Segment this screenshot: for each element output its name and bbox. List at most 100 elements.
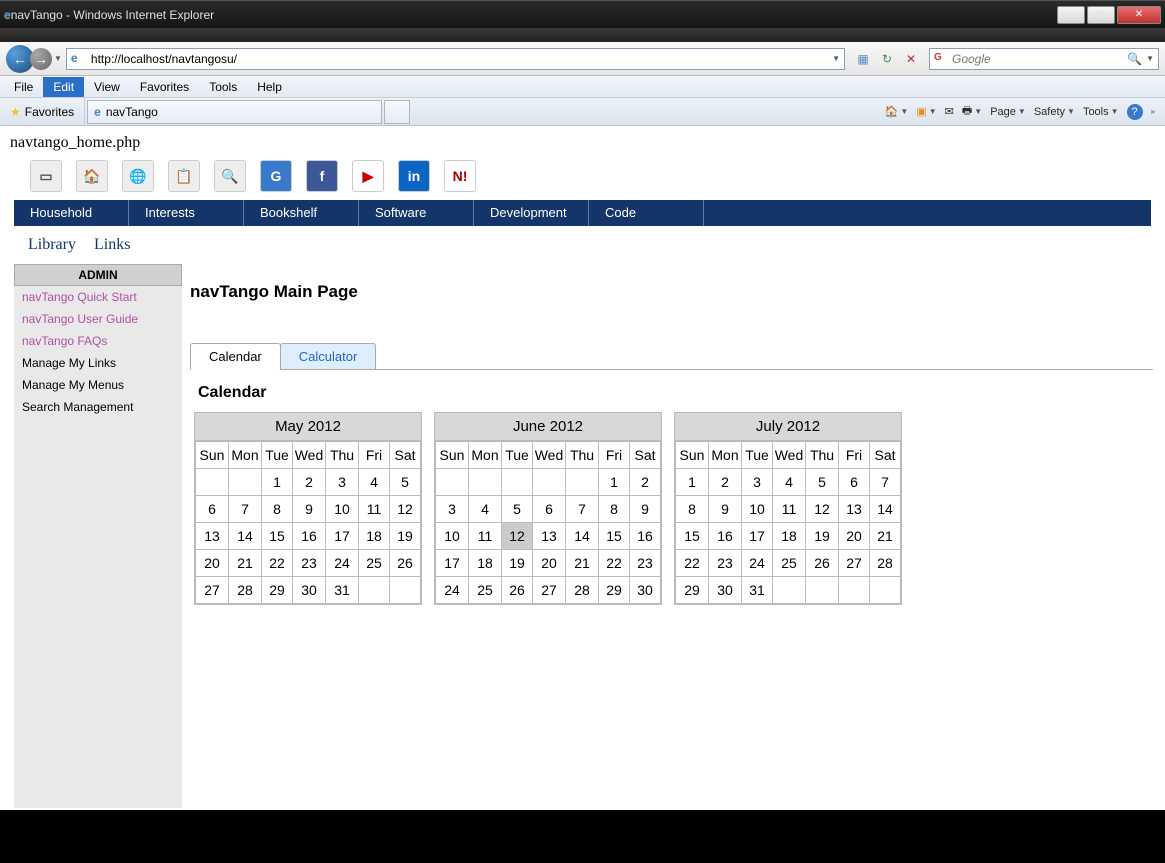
calendar-day[interactable]: 28 [870,550,901,577]
calendar-day[interactable]: 14 [566,523,599,550]
safety-menu[interactable]: Safety▼ [1034,106,1075,118]
menu-tools[interactable]: Tools [199,77,247,97]
maximize-button[interactable]: □ [1087,6,1115,24]
stop-button[interactable]: ✕ [901,49,921,69]
calendar-day[interactable]: 30 [630,577,661,604]
subnav-library[interactable]: Library [28,236,76,254]
calendar-day[interactable]: 9 [293,496,326,523]
close-button[interactable]: ✕ [1117,6,1161,24]
calendar-day[interactable]: 26 [806,550,839,577]
calendar-day[interactable]: 2 [293,469,326,496]
app-window-icon[interactable]: ▭ [30,160,62,192]
calendar-day[interactable]: 25 [469,577,502,604]
calendar-day[interactable]: 9 [630,496,661,523]
calendar-day[interactable]: 19 [502,550,533,577]
calendar-day[interactable]: 26 [502,577,533,604]
calendar-day[interactable]: 1 [676,469,709,496]
calendar-day[interactable]: 4 [469,496,502,523]
calendar-day[interactable]: 5 [502,496,533,523]
calendar-day[interactable]: 7 [229,496,262,523]
sidebar-link[interactable]: Search Management [14,396,182,418]
calendar-day[interactable]: 24 [742,550,773,577]
calendar-day[interactable]: 6 [839,469,870,496]
calendar-day[interactable]: 27 [839,550,870,577]
calendar-day[interactable]: 29 [599,577,630,604]
calendar-day[interactable]: 2 [709,469,742,496]
calendar-day[interactable]: 6 [533,496,566,523]
calendar-day[interactable]: 9 [709,496,742,523]
tools-menu[interactable]: Tools▼ [1083,106,1119,118]
menu-view[interactable]: View [84,77,130,97]
calendar-day[interactable]: 29 [262,577,293,604]
calendar-day[interactable]: 4 [773,469,806,496]
sidebar-link[interactable]: Manage My Links [14,352,182,374]
calendar-day[interactable]: 30 [709,577,742,604]
sidebar-link[interactable]: Manage My Menus [14,374,182,396]
calendar-day[interactable]: 23 [293,550,326,577]
calendar-day[interactable]: 25 [773,550,806,577]
nav-bookshelf[interactable]: Bookshelf [244,200,359,226]
facebook-icon[interactable]: f [306,160,338,192]
calendar-day[interactable] [229,469,262,496]
overflow-chevron[interactable]: » [1151,107,1155,116]
calendar-day[interactable]: 25 [359,550,390,577]
compat-view-icon[interactable]: ▦ [853,49,873,69]
mail-icon[interactable]: ✉ [945,105,954,118]
feeds-icon[interactable]: ▣▼ [916,105,936,118]
calendar-day[interactable] [839,577,870,604]
refresh-button[interactable]: ↻ [877,49,897,69]
calendar-day[interactable]: 11 [359,496,390,523]
home-icon[interactable]: 🏠 [76,160,108,192]
calendar-day[interactable]: 28 [566,577,599,604]
calendar-day[interactable]: 20 [533,550,566,577]
nav-interests[interactable]: Interests [129,200,244,226]
calendar-day[interactable] [870,577,901,604]
calendar-day[interactable] [436,469,469,496]
calendar-day[interactable]: 17 [436,550,469,577]
globe-folder-icon[interactable]: 🌐 [122,160,154,192]
calendar-day[interactable]: 17 [742,523,773,550]
calendar-day[interactable] [359,577,390,604]
calendar-day[interactable]: 5 [806,469,839,496]
calendar-day[interactable] [390,577,421,604]
calendar-day[interactable]: 16 [293,523,326,550]
calendar-day[interactable]: 29 [676,577,709,604]
calendar-day[interactable]: 23 [709,550,742,577]
favorites-button[interactable]: ★ Favorites [0,98,85,125]
browser-tab[interactable]: e navTango [87,100,382,124]
calendar-day[interactable] [502,469,533,496]
calendar-day[interactable]: 10 [326,496,359,523]
calendar-day[interactable]: 18 [469,550,502,577]
calendar-day[interactable]: 13 [196,523,229,550]
calendar-day[interactable]: 3 [742,469,773,496]
calendar-day[interactable]: 11 [469,523,502,550]
calendar-day[interactable]: 27 [196,577,229,604]
calendar-day[interactable]: 22 [262,550,293,577]
minimize-button[interactable]: — [1057,6,1085,24]
new-icon[interactable]: N! [444,160,476,192]
new-tab[interactable] [384,100,410,124]
nav-development[interactable]: Development [474,200,589,226]
calendar-day[interactable]: 19 [806,523,839,550]
subnav-links[interactable]: Links [94,236,130,254]
calendar-day[interactable]: 18 [359,523,390,550]
menu-edit[interactable]: Edit [43,77,84,97]
search-box[interactable]: G Google 🔍 ▼ [929,48,1159,70]
sidebar-link[interactable]: navTango Quick Start [14,286,182,308]
calendar-day[interactable]: 23 [630,550,661,577]
youtube-icon[interactable]: ▶ [352,160,384,192]
form-icon[interactable]: 📋 [168,160,200,192]
calendar-day[interactable]: 14 [870,496,901,523]
menu-file[interactable]: File [4,77,43,97]
calendar-day[interactable]: 5 [390,469,421,496]
calendar-day[interactable]: 21 [870,523,901,550]
forward-button[interactable]: → [30,48,52,70]
calendar-day[interactable]: 18 [773,523,806,550]
nav-software[interactable]: Software [359,200,474,226]
calendar-day[interactable]: 22 [599,550,630,577]
menu-favorites[interactable]: Favorites [130,77,199,97]
home-icon[interactable]: 🏠▼ [885,105,909,118]
calendar-day[interactable]: 13 [533,523,566,550]
calendar-day[interactable]: 20 [196,550,229,577]
calendar-day[interactable]: 21 [566,550,599,577]
